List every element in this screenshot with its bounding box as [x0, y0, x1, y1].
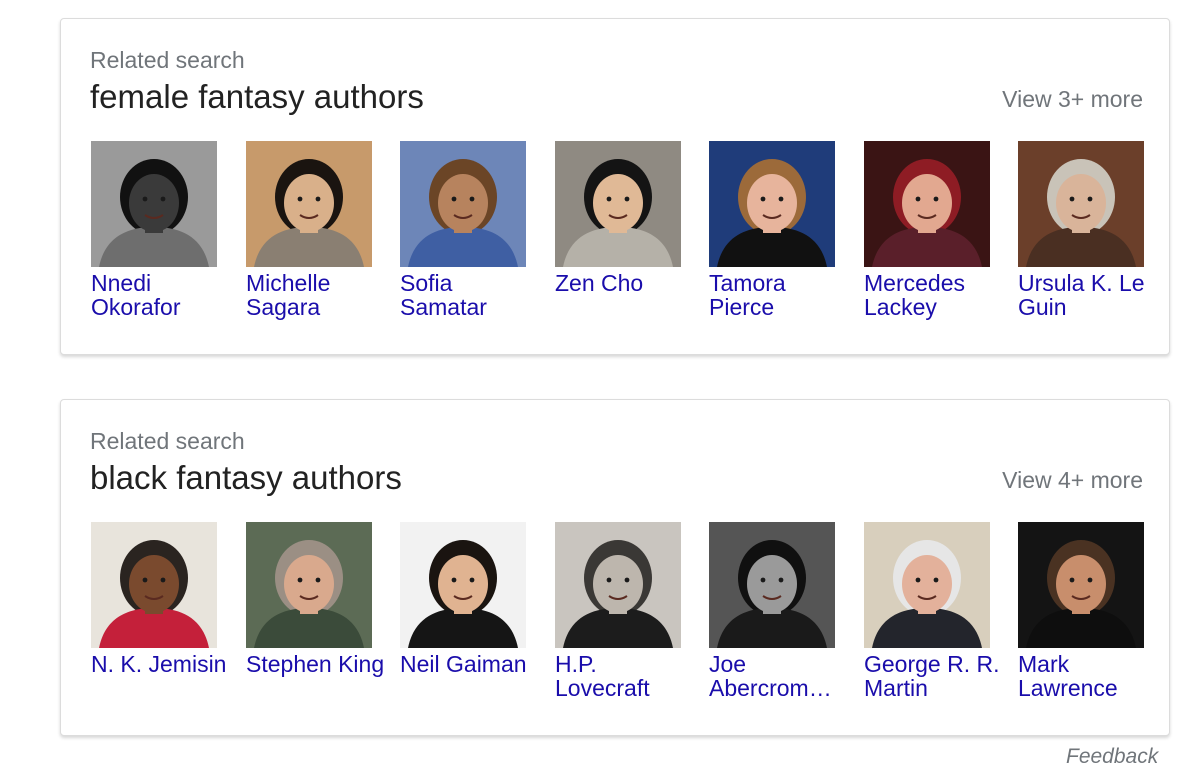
person-tile[interactable]: Ursula K. Le Guin [1018, 141, 1146, 319]
card-title[interactable]: female fantasy authors [90, 77, 424, 117]
person-tile[interactable]: Mark Lawrence [1018, 522, 1146, 700]
person-name-link[interactable]: H.P. Lovecraft [555, 652, 697, 700]
person-name-link[interactable]: Michelle Sagara [246, 271, 388, 319]
person-name-link[interactable]: Neil Gaiman [400, 652, 542, 676]
person-name-link[interactable]: Mercedes Lackey [864, 271, 1006, 319]
feedback-link[interactable]: Feedback [1066, 745, 1158, 769]
person-photo-icon[interactable] [555, 522, 681, 648]
person-photo-icon[interactable] [91, 522, 217, 648]
person-name-link[interactable]: N. K. Jemisin [91, 652, 233, 676]
person-tile[interactable]: Tamora Pierce [709, 141, 837, 319]
person-tile[interactable]: Zen Cho [555, 141, 683, 295]
related-search-label: Related search [90, 428, 245, 454]
person-tile[interactable]: Stephen King [246, 522, 384, 676]
person-tile[interactable]: Michelle Sagara [246, 141, 374, 319]
person-tile[interactable]: N. K. Jemisin [91, 522, 226, 676]
person-tile[interactable]: George R. R. Martin [864, 522, 1000, 700]
person-name-link[interactable]: Mark Lawrence [1018, 652, 1160, 700]
related-search-card-black: Related search black fantasy authors Vie… [60, 399, 1170, 736]
person-photo-icon[interactable] [1018, 522, 1144, 648]
person-tile[interactable]: Sofia Samatar [400, 141, 528, 319]
related-search-card-female: Related search female fantasy authors Vi… [60, 18, 1170, 355]
view-more-link[interactable]: View 4+ more [1002, 466, 1143, 494]
people-carousel: N. K. Jemisin Stephen King Neil Gaiman H.P.… [91, 522, 1151, 712]
people-carousel: Nnedi Okorafor Michelle Sagara Sofia Samat… [91, 141, 1151, 331]
person-name-link[interactable]: Nnedi Okorafor [91, 271, 233, 319]
person-photo-icon[interactable] [864, 141, 990, 267]
card-title[interactable]: black fantasy authors [90, 458, 402, 498]
related-search-label: Related search [90, 47, 245, 73]
view-more-link[interactable]: View 3+ more [1002, 85, 1143, 113]
person-name-link[interactable]: Joe Abercrom… [709, 652, 851, 700]
person-name-link[interactable]: Stephen King [246, 652, 388, 676]
person-tile[interactable]: Mercedes Lackey [864, 141, 992, 319]
person-name-link[interactable]: George R. R. Martin [864, 652, 1006, 700]
person-tile[interactable]: Nnedi Okorafor [91, 141, 219, 319]
person-photo-icon[interactable] [246, 141, 372, 267]
person-name-link[interactable]: Zen Cho [555, 271, 697, 295]
person-photo-icon[interactable] [400, 522, 526, 648]
person-photo-icon[interactable] [864, 522, 990, 648]
person-photo-icon[interactable] [91, 141, 217, 267]
person-tile[interactable]: Neil Gaiman [400, 522, 528, 676]
person-name-link[interactable]: Sofia Samatar [400, 271, 542, 319]
person-photo-icon[interactable] [400, 141, 526, 267]
person-name-link[interactable]: Tamora Pierce [709, 271, 851, 319]
person-photo-icon[interactable] [555, 141, 681, 267]
person-photo-icon[interactable] [709, 141, 835, 267]
person-photo-icon[interactable] [246, 522, 372, 648]
person-photo-icon[interactable] [1018, 141, 1144, 267]
person-tile[interactable]: H.P. Lovecraft [555, 522, 683, 700]
person-photo-icon[interactable] [709, 522, 835, 648]
person-tile[interactable]: Joe Abercrom… [709, 522, 837, 700]
person-name-link[interactable]: Ursula K. Le Guin [1018, 271, 1160, 319]
